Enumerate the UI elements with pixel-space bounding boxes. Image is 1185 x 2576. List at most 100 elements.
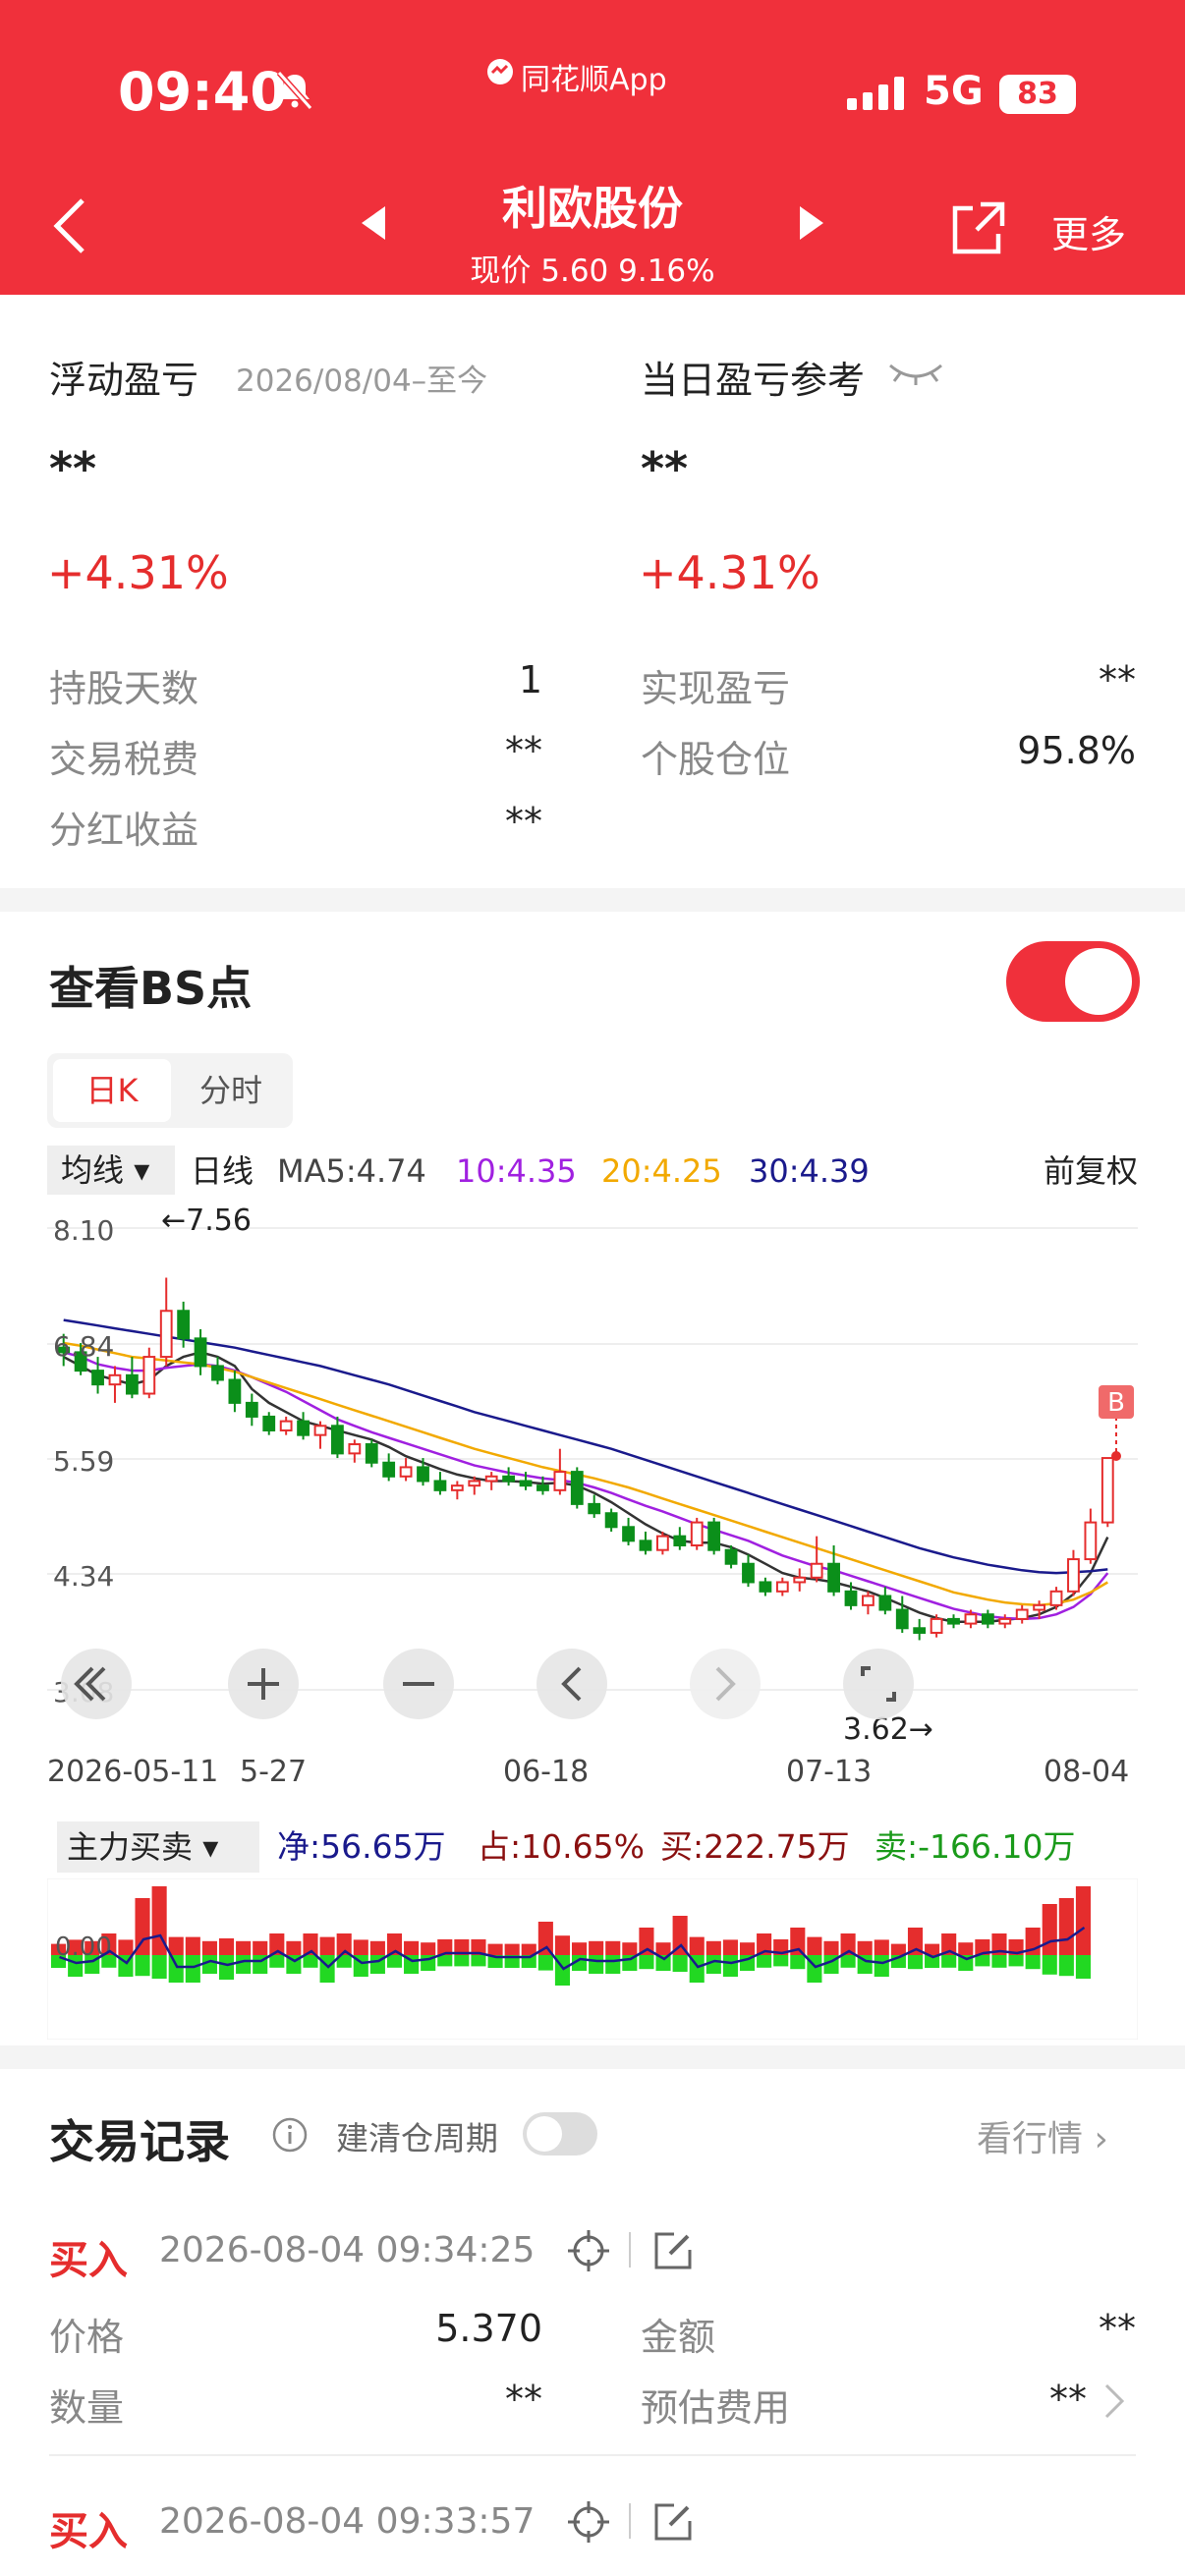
chevron-right-icon: › [1094, 2119, 1108, 2159]
flow-sell-bar [437, 1955, 453, 1967]
candle [484, 1472, 498, 1490]
candle-body [793, 1576, 807, 1584]
share-icon[interactable] [951, 200, 1006, 255]
flow-sell-bar [1042, 1955, 1057, 1975]
candle [604, 1508, 618, 1532]
candle-body [553, 1471, 567, 1491]
more-button[interactable]: 更多 [1051, 204, 1126, 258]
flow-sell-bar [319, 1955, 335, 1983]
flow-buy-bar [874, 1939, 889, 1955]
price-label: 价格 [49, 2316, 125, 2359]
candle-body [690, 1521, 704, 1547]
flow-sell-bar [773, 1955, 789, 1967]
candle [1084, 1508, 1098, 1564]
flow-buy-bar [404, 1940, 420, 1955]
view-market-link[interactable]: 看行情 › [977, 2110, 1108, 2161]
price-value: 5.370 [435, 2307, 542, 2350]
tab-intraday[interactable]: 分时 [177, 1059, 285, 1122]
zoom-out-button[interactable] [383, 1649, 454, 1719]
candle [450, 1481, 464, 1500]
ma-select-label: 均线 [61, 1151, 125, 1189]
flow-buy-bar [487, 1943, 503, 1955]
candle-body [262, 1415, 276, 1431]
scroll-right-button[interactable] [690, 1649, 761, 1719]
tab-daily-k[interactable]: 日K [53, 1059, 171, 1122]
candle [245, 1393, 258, 1427]
candle [279, 1416, 293, 1435]
adjust-mode[interactable]: 前复权 [1044, 1144, 1138, 1199]
flow-select[interactable]: 主力买卖 ▾ [57, 1821, 259, 1873]
flow-buy-bar [589, 1940, 604, 1955]
flow-buy-bar [689, 1936, 705, 1955]
candle [690, 1517, 704, 1550]
flow-sell-bar [1008, 1955, 1024, 1967]
candle [622, 1517, 635, 1546]
signal-icon [847, 77, 904, 110]
candle-body [1033, 1603, 1046, 1611]
candle [262, 1412, 276, 1435]
next-stock-icon[interactable] [798, 206, 823, 240]
candle-body [484, 1475, 498, 1483]
flow-sell-bar [941, 1955, 957, 1968]
fullscreen-button[interactable] [843, 1649, 914, 1719]
dividend-label: 分红收益 [49, 809, 199, 852]
qty-value: ** [505, 2378, 542, 2421]
flow-sell: 卖:-166.10万 [875, 1827, 1076, 1866]
ytick-label: 6.84 [53, 1330, 114, 1363]
zoom-in-button[interactable] [228, 1649, 299, 1719]
candle-body [964, 1613, 978, 1625]
candle-body [1084, 1521, 1098, 1561]
high-label: ←7.56 [161, 1204, 252, 1238]
ma-line-type: 日线 [191, 1152, 254, 1190]
candle [108, 1366, 122, 1403]
candle [981, 1609, 994, 1629]
cycle-label: 建清仓周期 [336, 2119, 498, 2157]
info-icon[interactable] [271, 2116, 309, 2154]
network-type: 5G [924, 69, 984, 114]
view-market-label: 看行情 [977, 2119, 1084, 2159]
hide-eye-icon[interactable] [886, 358, 945, 387]
flow-buy-bar [958, 1942, 974, 1955]
hold-days-label: 持股天数 [49, 667, 199, 710]
flow-buy-bar [857, 1940, 873, 1955]
daily-pl-amount: ** [641, 442, 689, 495]
flow-buy-bar [1058, 1898, 1074, 1955]
flow-sell-bar [269, 1955, 285, 1968]
row-divider [49, 2454, 1136, 2456]
flow-buy-bar [605, 1940, 621, 1955]
candle-body [450, 1484, 464, 1491]
flow-sell-bar [991, 1955, 1007, 1968]
crosshair-icon[interactable] [566, 2228, 611, 2273]
flow-sell-bar [722, 1955, 738, 1977]
candle-body [108, 1373, 122, 1386]
zoom-fast-back-button[interactable] [61, 1649, 132, 1719]
candle [793, 1568, 807, 1592]
chevron-right-icon[interactable] [1102, 2381, 1126, 2421]
flow-buy-bar [118, 1939, 134, 1955]
flow-buy-bar [319, 1936, 335, 1955]
candle [639, 1531, 652, 1555]
ma20-value: 20:4.25 [601, 1152, 722, 1190]
bs-toggle[interactable] [1006, 941, 1140, 1022]
candle [365, 1439, 378, 1468]
edit-icon[interactable] [652, 2501, 694, 2543]
candle-body [159, 1310, 173, 1359]
crosshair-icon[interactable] [566, 2499, 611, 2545]
edit-icon[interactable] [652, 2230, 694, 2271]
candle-body [228, 1378, 242, 1404]
ma-select[interactable]: 均线 ▾ [47, 1146, 175, 1195]
separator [629, 2232, 631, 2268]
candle-body [639, 1540, 652, 1551]
bs-title: 查看BS点 [49, 962, 253, 1015]
candle-body [1067, 1558, 1080, 1593]
candle-body [245, 1401, 258, 1418]
candle [947, 1614, 960, 1629]
candle-body [981, 1613, 994, 1625]
scroll-left-button[interactable] [536, 1649, 607, 1719]
kline-chart[interactable]: 8.106.845.594.343.08 ←7.56 3.62→ B [47, 1199, 1138, 1749]
candle-body [570, 1471, 584, 1505]
cycle-toggle[interactable] [523, 2112, 597, 2156]
flow-sell-bar [537, 1955, 553, 1971]
candle-body [417, 1466, 429, 1483]
record-time: 2026-08-04 09:34:25 [159, 2230, 536, 2270]
